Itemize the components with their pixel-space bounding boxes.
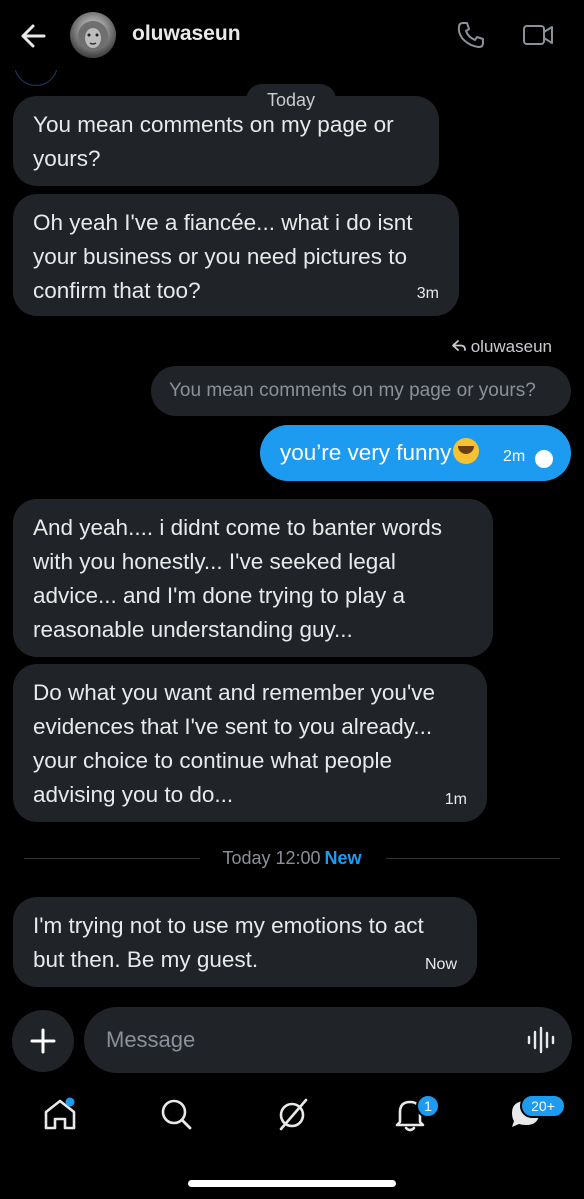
phone-icon	[457, 22, 484, 48]
divider-time: Today 12:00	[222, 848, 321, 868]
reply-indicator: oluwaseun	[452, 337, 552, 357]
message-timestamp: 1m	[444, 791, 467, 808]
received-message-bubble[interactable]: And yeah.... i didnt come to banter word…	[13, 499, 493, 657]
grok-icon	[279, 1098, 308, 1131]
tab-grok[interactable]	[269, 1090, 317, 1138]
reply-arrow-icon	[452, 340, 466, 351]
conversation-title[interactable]: oluwaseun	[132, 22, 241, 46]
video-call-button[interactable]	[520, 18, 556, 52]
home-indicator	[188, 1180, 396, 1187]
waveform-icon	[527, 1026, 555, 1054]
received-message-bubble[interactable]: Oh yeah I've a fiancée... what i do isnt…	[13, 194, 459, 316]
check-icon	[535, 450, 553, 480]
message-text: Do what you want and remember you've evi…	[33, 680, 436, 807]
message-text: I'm trying not to use my emotions to act…	[33, 913, 424, 972]
new-label: New	[324, 848, 362, 868]
received-message-bubble[interactable]: You mean comments on my page or yours?	[13, 96, 439, 186]
laughing-emoji-icon	[453, 438, 480, 464]
home-icon	[44, 1097, 76, 1130]
message-text: And yeah.... i didnt come to banter word…	[33, 515, 442, 642]
voice-message-button[interactable]	[526, 1026, 556, 1054]
plus-icon	[30, 1028, 56, 1054]
new-messages-divider: Today 12:00 New	[0, 848, 584, 869]
message-timestamp: 2m	[503, 448, 526, 465]
message-input[interactable]	[106, 1007, 506, 1073]
message-text: you’re very funny	[280, 440, 452, 465]
dm-conversation-screen: oluwaseun Today You mean comments on my …	[0, 0, 584, 1199]
lion-avatar-icon	[78, 21, 108, 51]
message-text: Oh yeah I've a fiancée... what i do isnt…	[33, 210, 413, 303]
call-button[interactable]	[454, 18, 488, 52]
sent-message-bubble[interactable]: you’re very funny 2m	[260, 425, 571, 481]
arrow-left-icon	[21, 24, 46, 48]
message-composer	[84, 1007, 572, 1073]
received-message-bubble[interactable]: Do what you want and remember you've evi…	[13, 664, 487, 822]
notifications-badge: 1	[416, 1094, 440, 1118]
back-button[interactable]	[16, 18, 52, 54]
messages-badge: 20+	[520, 1094, 566, 1118]
search-icon	[161, 1099, 192, 1130]
message-text: You mean comments on my page or yours?	[33, 112, 394, 171]
message-timestamp: 3m	[416, 285, 439, 302]
add-attachment-button[interactable]	[12, 1010, 74, 1072]
tab-search[interactable]	[152, 1090, 200, 1138]
received-message-bubble[interactable]: I'm trying not to use my emotions to act…	[13, 897, 477, 987]
avatar[interactable]	[70, 12, 116, 58]
video-camera-icon	[523, 25, 553, 45]
reply-to-name: oluwaseun	[470, 337, 552, 356]
message-timestamp: Now	[424, 956, 457, 973]
date-separator: Today	[246, 84, 336, 116]
quoted-message[interactable]: You mean comments on my page or yours?	[151, 366, 571, 416]
conversation-header: oluwaseun	[0, 0, 584, 70]
tab-home[interactable]	[36, 1090, 84, 1138]
